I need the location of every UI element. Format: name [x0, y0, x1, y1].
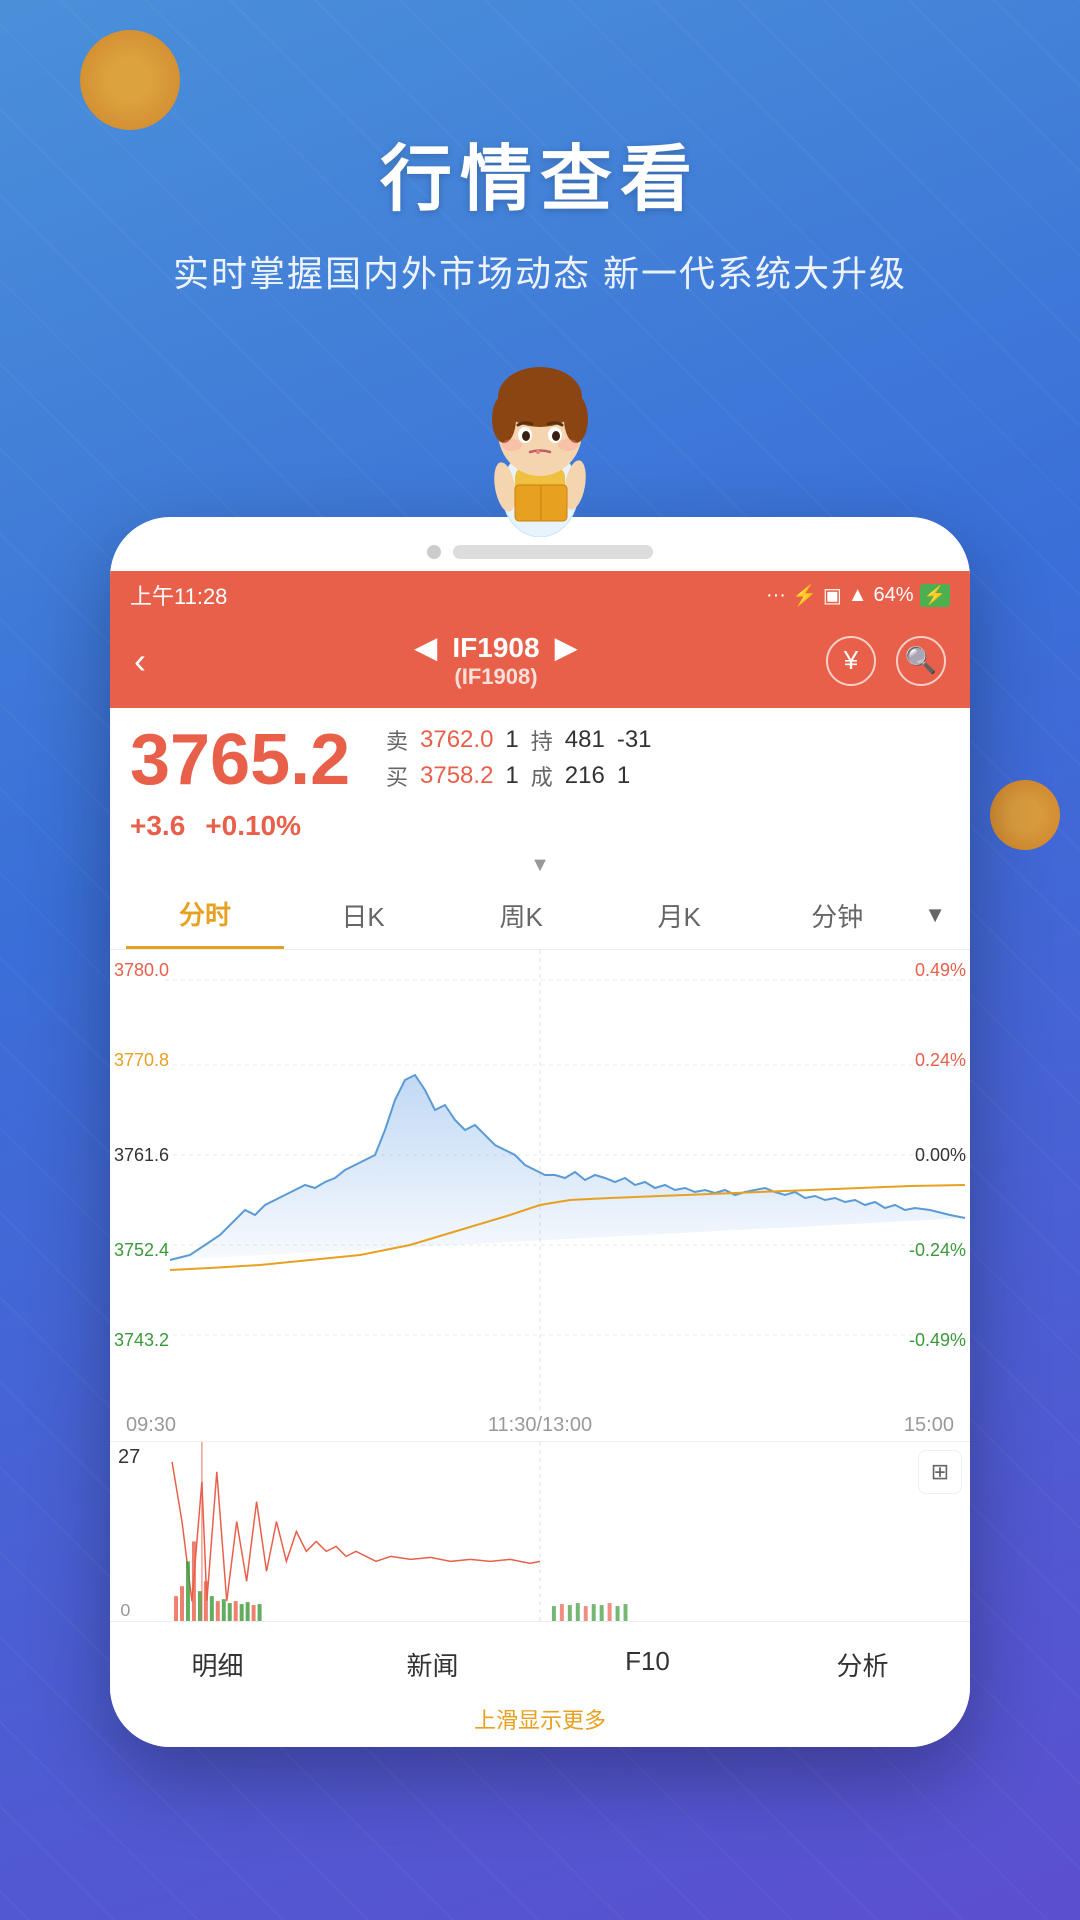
page-title: 行情查看 — [0, 120, 1080, 225]
sell-value: 3762.0 — [420, 726, 493, 754]
hold-change: -31 — [617, 726, 652, 754]
header-section: 行情查看 实时掌握国内外市场动态 新一代系统大升级 — [0, 0, 1080, 297]
nav-symbol: IF1908 — [452, 632, 539, 663]
volume-chart-svg: 0 — [110, 1442, 970, 1621]
y-pct-4: -0.24% — [909, 1240, 966, 1261]
done-change: 1 — [617, 762, 630, 790]
volume-area: 27 ⊞ — [110, 1441, 970, 1621]
orb-decoration-right — [990, 780, 1060, 850]
y-pct-5: -0.49% — [909, 1330, 966, 1351]
chart-time-labels: 09:30 11:30/13:00 15:00 — [110, 1410, 970, 1441]
no-alarm-icon: ⚡ — [792, 583, 817, 608]
main-price: 3765.2 — [130, 724, 370, 796]
nav-f10[interactable]: F10 — [540, 1638, 755, 1691]
y-pct-3: 0.00% — [915, 1145, 966, 1166]
volume-chart-icon[interactable]: ⊞ — [918, 1450, 962, 1494]
phone-mockup: 上午11:28 ··· ⚡ ▣ ▲ 64% ⚡ ‹ ◀ IF1908 ▶ (IF… — [110, 517, 970, 1747]
phone-bar — [453, 545, 653, 559]
tab-rik[interactable]: 日K — [284, 883, 442, 948]
time-mid: 11:30/13:00 — [488, 1414, 592, 1437]
price-section: 3765.2 卖 3762.0 1 持 481 -31 买 3758.2 1 成… — [110, 708, 970, 804]
nav-bar: ‹ ◀ IF1908 ▶ (IF1908) ¥ 🔍 — [110, 619, 970, 708]
change-pct: +0.10% — [205, 810, 301, 842]
nav-xinwen[interactable]: 新闻 — [325, 1638, 540, 1691]
back-button[interactable]: ‹ — [134, 640, 146, 682]
chart-area: 3780.0 3770.8 3761.6 3752.4 3743.2 0.49%… — [110, 950, 970, 1410]
price-change-row: +3.6 +0.10% — [110, 804, 970, 850]
signal-dots: ··· — [766, 584, 786, 607]
yen-icon-button[interactable]: ¥ — [826, 636, 876, 686]
tab-fenzhong[interactable]: 分钟 — [758, 883, 916, 948]
nav-icon-group: ¥ 🔍 — [826, 636, 946, 686]
price-chart-svg — [110, 950, 970, 1410]
phone-dot — [427, 545, 441, 559]
buy-qty: 1 — [505, 762, 518, 790]
hold-value: 481 — [565, 726, 605, 754]
mascot-container — [0, 337, 1080, 537]
bottom-nav: 明细 新闻 F10 分析 — [110, 1621, 970, 1699]
wifi-icon: ▲ — [848, 584, 868, 607]
status-time: 上午11:28 — [130, 579, 227, 611]
y-label-top: 3780.0 — [114, 960, 169, 981]
tab-dropdown-button[interactable]: ▼ — [916, 894, 954, 936]
y-label-4: 3752.4 — [114, 1240, 169, 1261]
time-start: 09:30 — [126, 1414, 176, 1437]
buy-label: 买 — [386, 760, 408, 792]
time-end: 15:00 — [904, 1414, 954, 1437]
change-abs: +3.6 — [130, 810, 185, 842]
nav-title: ◀ IF1908 ▶ (IF1908) — [166, 631, 826, 690]
status-right-icons: ··· ⚡ ▣ ▲ 64% ⚡ — [766, 583, 950, 608]
price-details: 卖 3762.0 1 持 481 -31 买 3758.2 1 成 216 1 — [370, 724, 950, 796]
swipe-hint: 上滑显示更多 — [110, 1699, 970, 1747]
dropdown-indicator: ▼ — [110, 850, 970, 881]
tab-zhouk[interactable]: 周K — [442, 883, 600, 948]
sim-icon: ▣ — [823, 583, 842, 608]
nav-fenxi[interactable]: 分析 — [755, 1638, 970, 1691]
sell-row: 卖 3762.0 1 持 481 -31 — [386, 724, 950, 756]
tab-yuek[interactable]: 月K — [600, 883, 758, 948]
y-label-5: 3743.2 — [114, 1330, 169, 1351]
nav-symbol-sub: (IF1908) — [166, 664, 826, 690]
sell-qty: 1 — [505, 726, 518, 754]
volume-max-label: 27 — [118, 1446, 140, 1469]
done-label: 成 — [531, 760, 553, 792]
y-pct-2: 0.24% — [915, 1050, 966, 1071]
status-bar: 上午11:28 ··· ⚡ ▣ ▲ 64% ⚡ — [110, 571, 970, 619]
svg-text:0: 0 — [120, 1600, 130, 1620]
y-label-2: 3770.8 — [114, 1050, 169, 1071]
buy-value: 3758.2 — [420, 762, 493, 790]
tab-bar: 分时 日K 周K 月K 分钟 ▼ — [110, 881, 970, 950]
nav-right-arrow: ▶ — [555, 632, 577, 663]
mascot-character — [460, 337, 620, 537]
buy-row: 买 3758.2 1 成 216 1 — [386, 760, 950, 792]
nav-left-arrow: ◀ — [415, 632, 437, 663]
done-value: 216 — [565, 762, 605, 790]
y-label-3: 3761.6 — [114, 1145, 169, 1166]
nav-mingxi[interactable]: 明细 — [110, 1638, 325, 1691]
phone-notch — [110, 537, 970, 571]
tab-fenshi[interactable]: 分时 — [126, 881, 284, 949]
sell-label: 卖 — [386, 724, 408, 756]
search-icon-button[interactable]: 🔍 — [896, 636, 946, 686]
battery-icon: ⚡ — [920, 584, 950, 607]
battery-percentage: 64% — [874, 584, 914, 607]
hold-label: 持 — [531, 724, 553, 756]
y-pct-top: 0.49% — [915, 960, 966, 981]
page-subtitle: 实时掌握国内外市场动态 新一代系统大升级 — [0, 245, 1080, 297]
